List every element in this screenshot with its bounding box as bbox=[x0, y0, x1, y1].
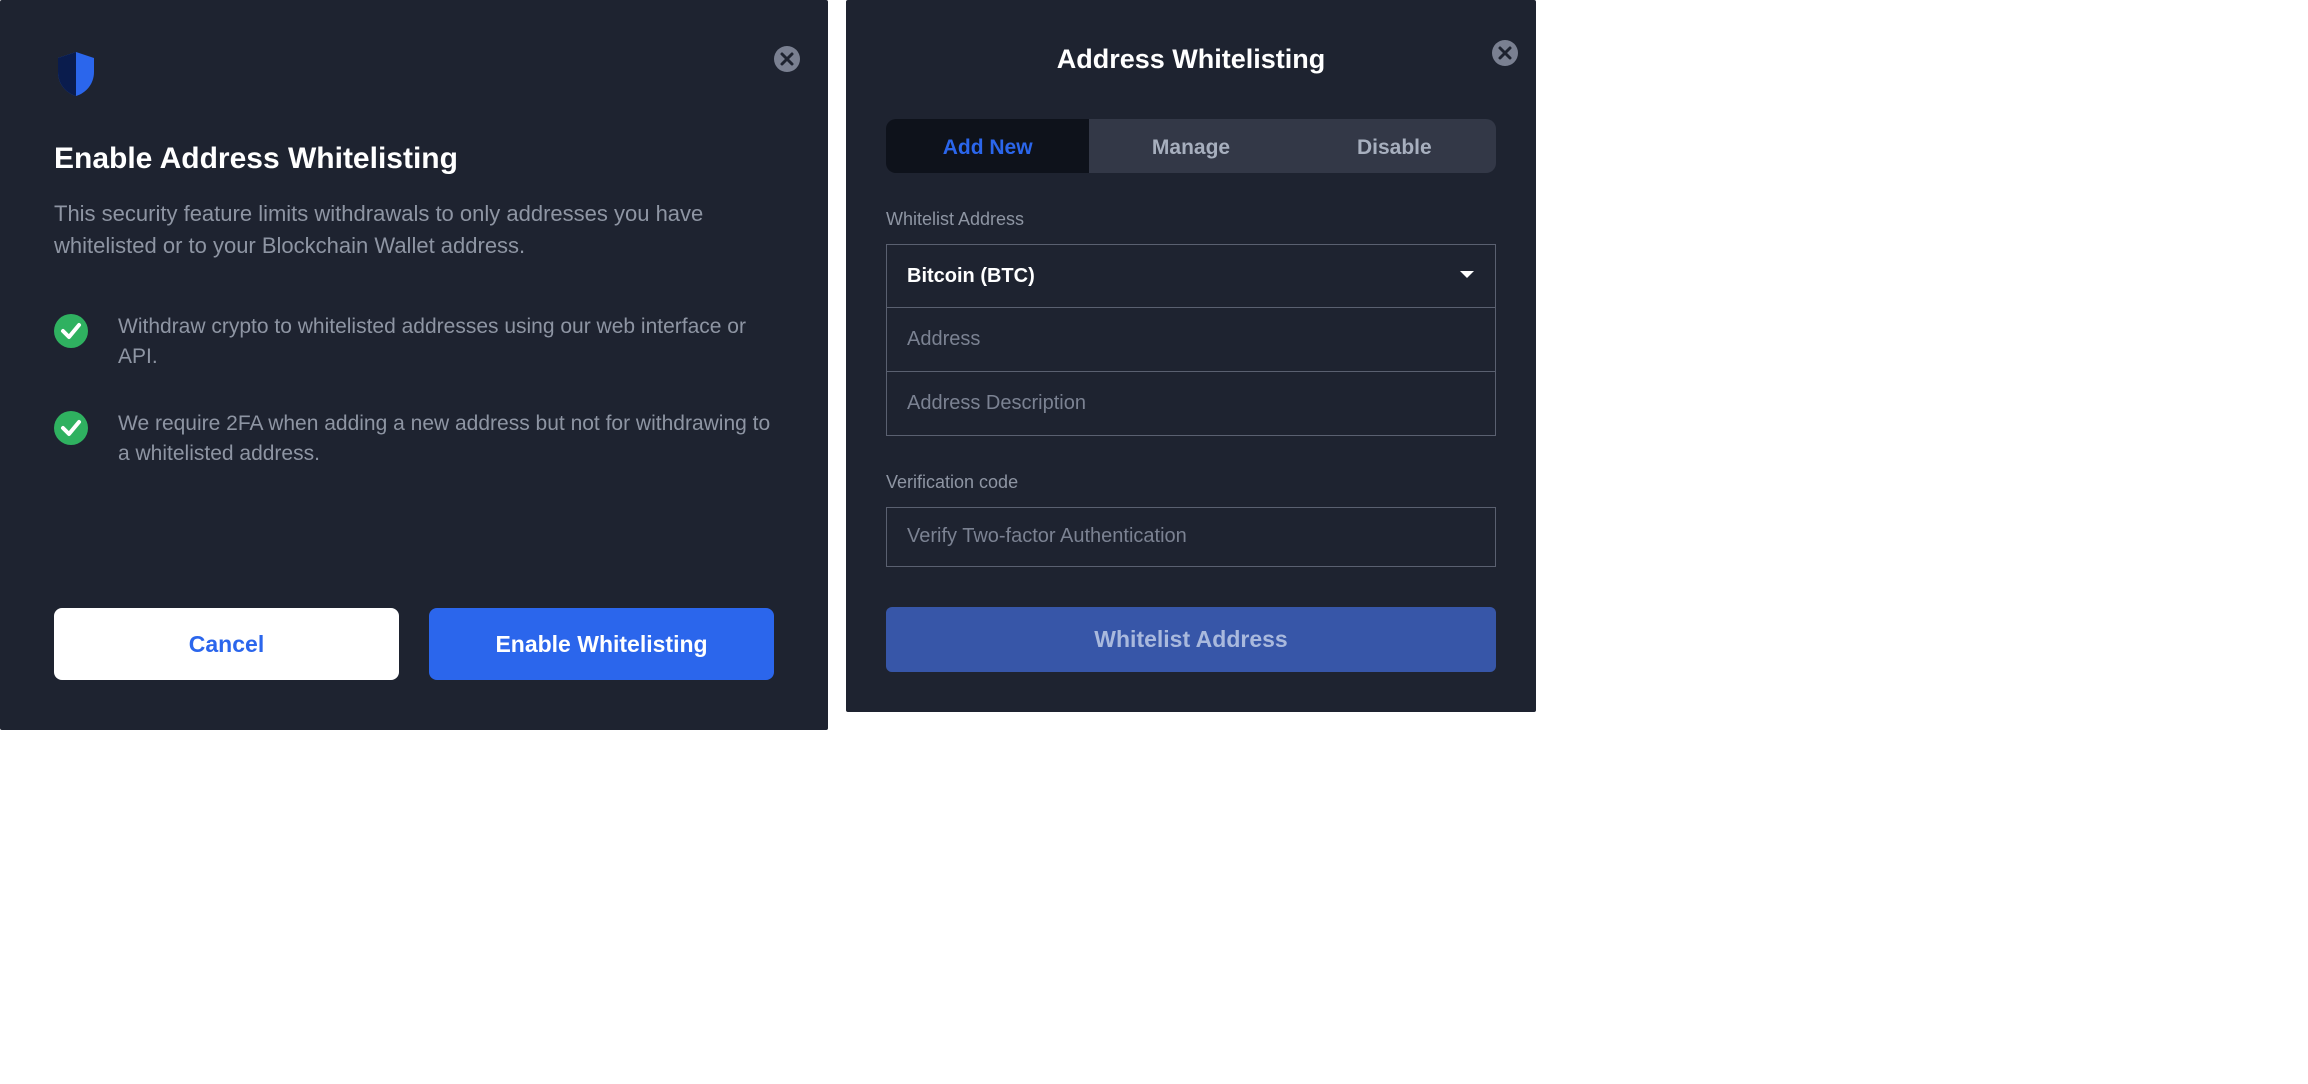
currency-select[interactable]: Bitcoin (BTC) bbox=[886, 244, 1496, 308]
whitelist-form-group: Bitcoin (BTC) bbox=[886, 244, 1496, 436]
close-icon bbox=[774, 46, 800, 72]
check-circle-icon bbox=[54, 411, 88, 445]
address-input[interactable] bbox=[886, 308, 1496, 372]
address-whitelisting-panel: Address Whitelisting Add New Manage Disa… bbox=[846, 0, 1536, 712]
verification-code-label: Verification code bbox=[886, 472, 1496, 493]
chevron-down-icon bbox=[1459, 267, 1475, 285]
dialog-title: Enable Address Whitelisting bbox=[54, 142, 774, 176]
panel-title: Address Whitelisting bbox=[886, 44, 1496, 75]
enable-whitelisting-dialog: Enable Address Whitelisting This securit… bbox=[0, 0, 828, 730]
close-icon bbox=[1492, 40, 1518, 66]
currency-selected-value: Bitcoin (BTC) bbox=[907, 265, 1035, 288]
feature-item: Withdraw crypto to whitelisted addresses… bbox=[54, 312, 774, 373]
close-button[interactable] bbox=[1492, 40, 1518, 66]
tab-manage[interactable]: Manage bbox=[1089, 119, 1292, 173]
tab-strip: Add New Manage Disable bbox=[886, 119, 1496, 173]
shield-icon bbox=[54, 50, 98, 98]
feature-item: We require 2FA when adding a new address… bbox=[54, 409, 774, 470]
feature-text: We require 2FA when adding a new address… bbox=[118, 409, 774, 470]
tab-disable[interactable]: Disable bbox=[1293, 119, 1496, 173]
cancel-button[interactable]: Cancel bbox=[54, 608, 399, 680]
dialog-description: This security feature limits withdrawals… bbox=[54, 198, 774, 262]
address-description-input[interactable] bbox=[886, 372, 1496, 436]
dialog-button-row: Cancel Enable Whitelisting bbox=[54, 608, 774, 680]
check-circle-icon bbox=[54, 314, 88, 348]
verification-code-input[interactable] bbox=[886, 507, 1496, 567]
tab-add-new[interactable]: Add New bbox=[886, 119, 1089, 173]
feature-text: Withdraw crypto to whitelisted addresses… bbox=[118, 312, 774, 373]
whitelist-address-button[interactable]: Whitelist Address bbox=[886, 607, 1496, 672]
whitelist-address-label: Whitelist Address bbox=[886, 209, 1496, 230]
close-button[interactable] bbox=[774, 46, 800, 72]
enable-whitelisting-button[interactable]: Enable Whitelisting bbox=[429, 608, 774, 680]
